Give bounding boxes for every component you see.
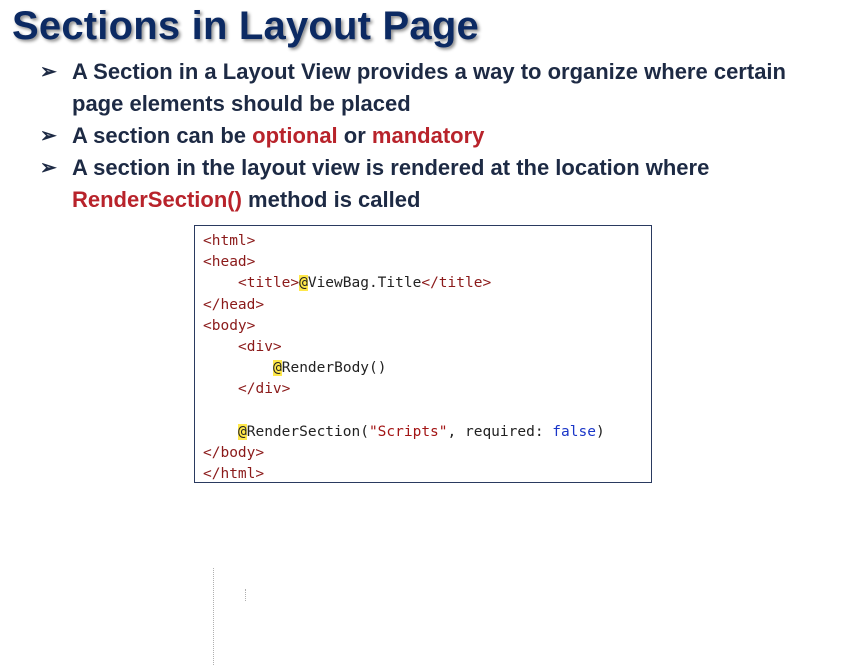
bullet-item: ➢ A section in the layout view is render… — [40, 152, 830, 216]
code-line: <head> — [203, 252, 651, 273]
slide-title: Sections in Layout Page — [12, 4, 479, 48]
code-tag: </body> — [203, 444, 265, 461]
code-tag: <title> — [238, 275, 300, 292]
code-text: ) — [595, 423, 605, 440]
code-text: RenderBody() — [281, 360, 387, 377]
code-text: ViewBag.Title — [307, 275, 422, 292]
code-text: , required: — [447, 423, 553, 440]
highlight-mandatory: mandatory — [371, 123, 485, 148]
indent-guide — [213, 568, 214, 665]
code-tag: </head> — [203, 296, 265, 313]
code-line: </head> — [203, 295, 651, 316]
indent-guide — [245, 589, 246, 601]
bullet-text: A section can be — [72, 123, 253, 148]
code-tag: </title> — [421, 275, 492, 292]
bullet-item: ➢ A section can be optional or mandatory — [40, 120, 830, 152]
arrow-bullet-icon: ➢ — [40, 61, 57, 83]
razor-marker: @ — [299, 275, 308, 292]
bullet-list: ➢ A Section in a Layout View provides a … — [40, 56, 830, 216]
code-line: </body> — [203, 443, 651, 464]
code-tag: </html> — [203, 466, 265, 483]
highlight-rendersection: RenderSection() — [72, 187, 242, 212]
razor-marker: @ — [273, 360, 282, 377]
code-tag: <body> — [203, 317, 256, 334]
code-tag: <head> — [203, 254, 256, 271]
code-tag: <div> — [238, 338, 282, 355]
razor-marker: @ — [238, 423, 247, 440]
code-line: <div> — [203, 337, 651, 358]
bullet-text: method is called — [241, 187, 421, 212]
code-line: <title>@ViewBag.Title</title> — [203, 273, 651, 294]
bullet-text: A section in the layout view is rendered… — [72, 155, 710, 180]
code-line: @RenderSection("Scripts", required: fals… — [203, 422, 651, 443]
code-line: @RenderBody() — [203, 358, 651, 379]
arrow-bullet-icon: ➢ — [40, 125, 57, 147]
code-tag: </div> — [238, 381, 291, 398]
code-block: <html> <head> <title>@ViewBag.Title</tit… — [194, 225, 652, 665]
code-line: </html> — [203, 464, 651, 485]
code-string: "Scripts" — [368, 423, 448, 440]
code-keyword: false — [552, 423, 596, 440]
code-line: </div> — [203, 379, 651, 400]
code-line: <body> — [203, 316, 651, 337]
code-text: RenderSection( — [246, 423, 369, 440]
arrow-bullet-icon: ➢ — [40, 157, 57, 179]
bullet-text: or — [337, 123, 372, 148]
code-line: <html> — [203, 231, 651, 252]
highlight-optional: optional — [252, 123, 338, 148]
bullet-text: A Section in a Layout View provides a wa… — [72, 59, 786, 116]
code-tag: <html> — [203, 233, 256, 249]
bullet-item: ➢ A Section in a Layout View provides a … — [40, 56, 830, 120]
